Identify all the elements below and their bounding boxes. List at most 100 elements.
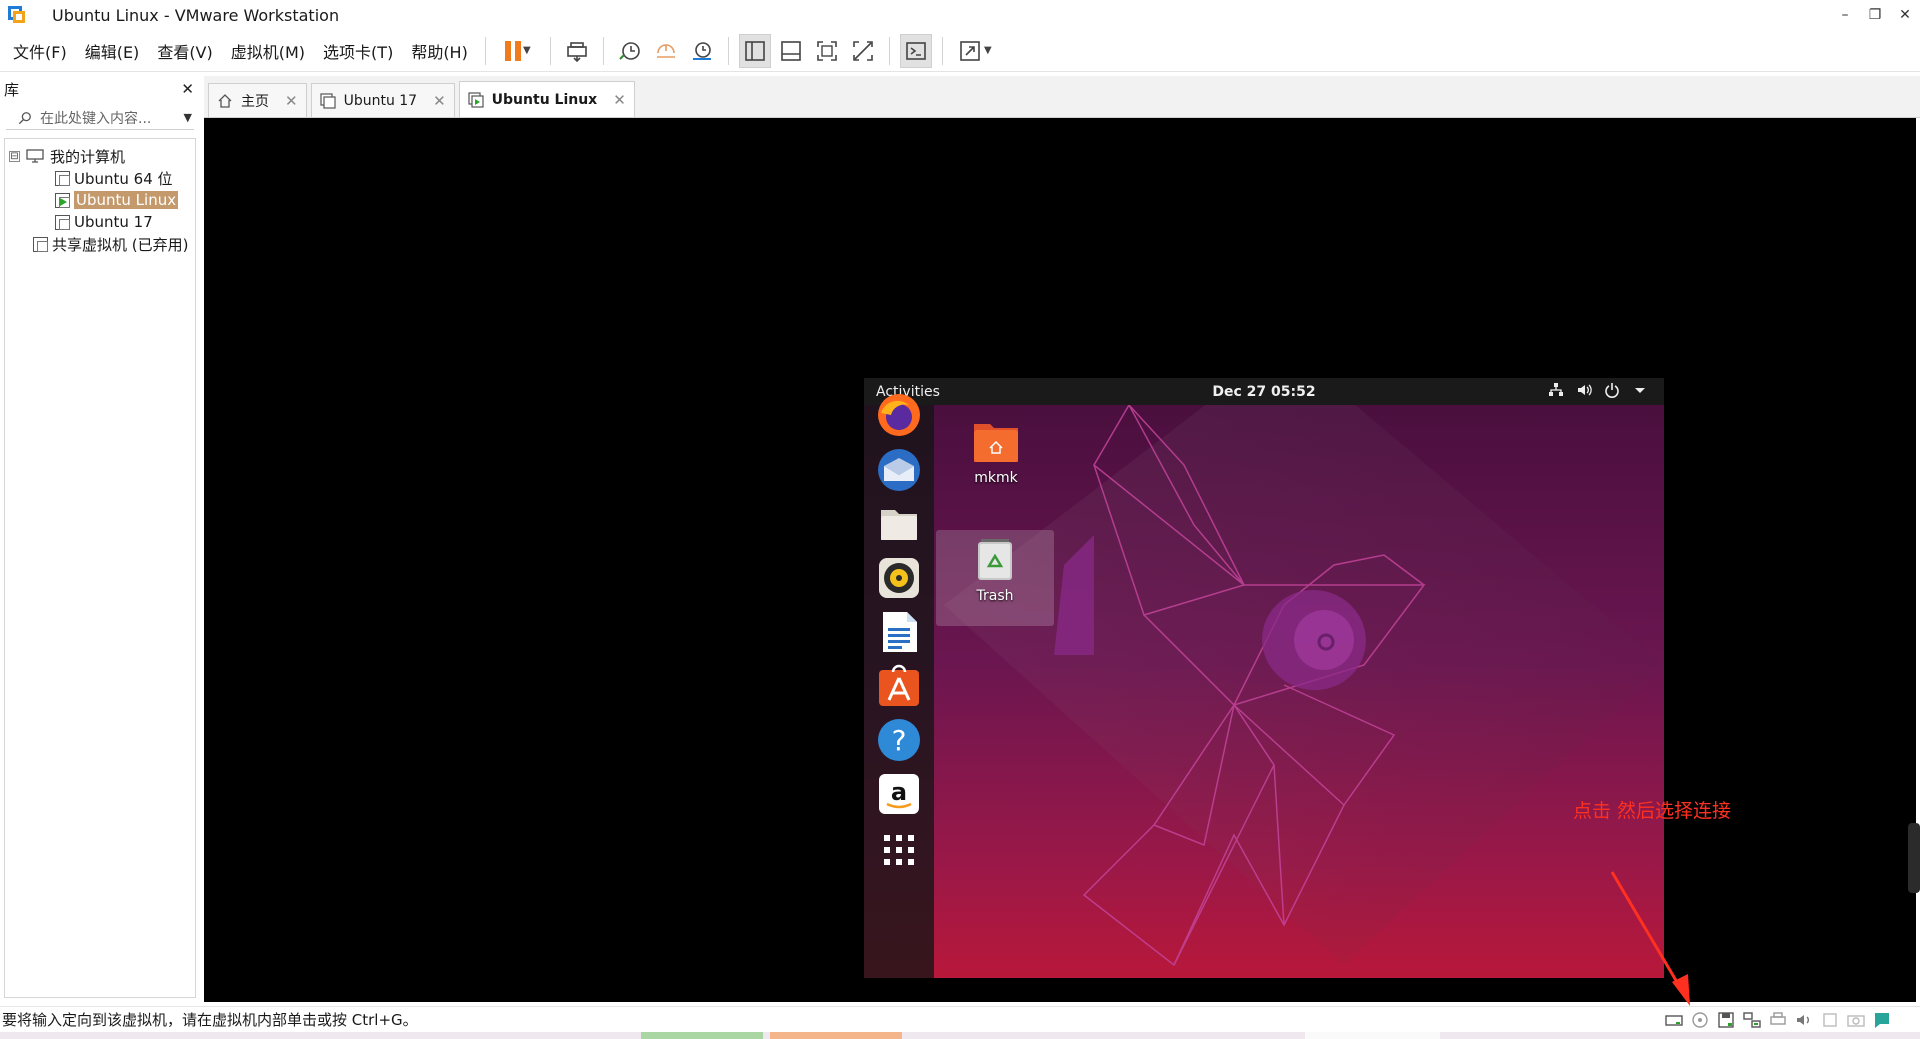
thumbnail-bar-button[interactable] [775, 34, 807, 68]
menu-toolbar: 文件(F) 编辑(E) 查看(V) 虚拟机(M) 选项卡(T) 帮助(H) ▼ … [0, 30, 1920, 72]
shared-vm-icon [33, 236, 48, 252]
vm-running-icon [468, 91, 484, 108]
toolbar-separator [888, 36, 890, 65]
send-keys-icon [567, 41, 587, 62]
library-close-button[interactable]: ✕ [181, 80, 194, 98]
tree-vm-ubuntu-64[interactable]: Ubuntu 64 位 [5, 167, 195, 189]
volume-icon[interactable] [1576, 382, 1592, 398]
tab-close-button[interactable]: ✕ [285, 92, 298, 110]
show-library-icon [745, 40, 765, 61]
hard-disk-icon[interactable] [1664, 1010, 1684, 1030]
files-icon[interactable] [875, 500, 923, 548]
console-view-button[interactable] [899, 33, 932, 68]
message-icon[interactable] [1872, 1010, 1892, 1030]
home-icon [218, 93, 232, 108]
revert-snapshot-button[interactable] [650, 34, 682, 68]
thunderbird-icon[interactable] [875, 446, 923, 494]
ubuntu-guest-screen[interactable]: Activities Dec 27 05:52 ? a mkmk Trash [864, 378, 1664, 978]
menu-view[interactable]: 查看(V) [148, 30, 221, 72]
pause-icon [504, 40, 521, 61]
desktop-icon-label: Trash [976, 588, 1014, 604]
display-icon[interactable] [1820, 1010, 1840, 1030]
svg-text:?: ? [892, 724, 907, 757]
library-panel: 库 ✕ 在此处键入内容... ▼ ⊟ 我的计算机 Ubuntu 64 位 Ubu… [0, 76, 200, 1006]
send-keys-button[interactable] [561, 34, 593, 68]
pause-button[interactable]: ▼ [496, 34, 540, 68]
usb-printer-icon[interactable] [1768, 1010, 1788, 1030]
revert-snapshot-icon [656, 43, 675, 58]
library-search-input[interactable]: 在此处键入内容... ▼ [6, 106, 194, 130]
vmware-logo-icon [6, 4, 28, 26]
system-tray[interactable] [1548, 382, 1648, 398]
libreoffice-writer-icon[interactable] [875, 608, 923, 656]
device-icons [1664, 1010, 1892, 1030]
stretch-icon [960, 40, 980, 61]
tab-ubuntu-linux[interactable]: Ubuntu Linux ✕ [458, 81, 635, 117]
tab-bar: 主页 ✕ Ubuntu 17 ✕ Ubuntu Linux ✕ [204, 76, 1920, 118]
network-adapter-icon[interactable] [1742, 1010, 1762, 1030]
vm-icon [319, 92, 336, 109]
menu-edit[interactable]: 编辑(E) [76, 30, 149, 72]
console-icon [906, 41, 926, 60]
minimize-button[interactable]: – [1830, 0, 1860, 30]
close-button[interactable]: ✕ [1890, 0, 1920, 30]
tree-shared-vms[interactable]: 共享虚拟机 (已弃用) [5, 233, 195, 255]
vm-icon [55, 214, 70, 230]
full-screen-icon [817, 40, 837, 61]
show-library-button[interactable] [738, 33, 771, 68]
tree-label: 共享虚拟机 (已弃用) [52, 235, 189, 254]
toolbar-separator [941, 36, 943, 65]
software-center-icon[interactable] [875, 662, 923, 710]
desktop-icon-trash[interactable]: Trash [936, 530, 1054, 626]
full-screen-button[interactable] [811, 34, 843, 68]
amazon-icon[interactable]: a [875, 770, 923, 818]
unity-icon [853, 40, 873, 61]
toolbar-separator [484, 36, 486, 65]
viewport-scroll-handle[interactable] [1908, 823, 1920, 893]
unity-button[interactable] [847, 34, 879, 68]
snapshot-button[interactable] [614, 34, 646, 68]
collapse-icon[interactable]: ⊟ [9, 150, 20, 162]
snapshot-icon [619, 41, 640, 60]
status-message: 要将输入定向到该虚拟机，请在虚拟机内部单击或按 Ctrl+G。 [2, 1011, 418, 1029]
tree-vm-ubuntu-17[interactable]: Ubuntu 17 [5, 211, 195, 233]
tree-my-computer[interactable]: ⊟ 我的计算机 [5, 145, 195, 167]
tree-label: 我的计算机 [50, 147, 126, 166]
show-apps-icon[interactable] [875, 826, 923, 874]
power-icon[interactable] [1604, 382, 1620, 398]
cd-dvd-icon[interactable] [1690, 1010, 1710, 1030]
camera-icon[interactable] [1846, 1010, 1866, 1030]
menu-file[interactable]: 文件(F) [0, 30, 76, 72]
tab-close-button[interactable]: ✕ [433, 92, 446, 110]
sound-icon[interactable] [1794, 1010, 1814, 1030]
menu-tabs[interactable]: 选项卡(T) [314, 30, 402, 72]
library-title: 库 [4, 80, 20, 99]
tab-home[interactable]: 主页 ✕ [208, 83, 307, 117]
menu-vm[interactable]: 虚拟机(M) [222, 30, 314, 72]
desktop-icon-home[interactable]: mkmk [937, 418, 1055, 498]
clock-menu[interactable]: Dec 27 05:52 [864, 384, 1664, 400]
firefox-icon[interactable] [875, 391, 923, 439]
tree-vm-ubuntu-linux[interactable]: Ubuntu Linux [5, 189, 195, 211]
network-icon[interactable] [1548, 382, 1564, 398]
status-bar: 要将输入定向到该虚拟机，请在虚拟机内部单击或按 Ctrl+G。 [0, 1006, 1920, 1032]
search-dropdown-icon[interactable]: ▼ [184, 111, 192, 124]
floppy-icon[interactable] [1716, 1010, 1736, 1030]
chevron-down-icon[interactable] [1632, 382, 1648, 398]
menu-help[interactable]: 帮助(H) [402, 30, 477, 72]
computer-icon [26, 149, 44, 163]
tab-close-button[interactable]: ✕ [613, 91, 626, 109]
tab-ubuntu-17[interactable]: Ubuntu 17 ✕ [310, 83, 455, 117]
restore-button[interactable]: ❐ [1860, 0, 1890, 30]
chevron-down-icon: ▼ [983, 45, 992, 56]
thumbnail-bar-icon [781, 40, 801, 61]
stretch-button[interactable]: ▼ [953, 34, 997, 68]
window-title: Ubuntu Linux - VMware Workstation [52, 5, 340, 25]
vm-icon [55, 170, 70, 186]
window-controls: – ❐ ✕ [1830, 0, 1920, 30]
manage-snapshots-button[interactable] [686, 34, 718, 68]
ubuntu-dock: ? a [864, 394, 934, 978]
library-search-placeholder: 在此处键入内容... [40, 110, 152, 127]
rhythmbox-icon[interactable] [875, 554, 923, 602]
help-icon[interactable]: ? [875, 716, 923, 764]
